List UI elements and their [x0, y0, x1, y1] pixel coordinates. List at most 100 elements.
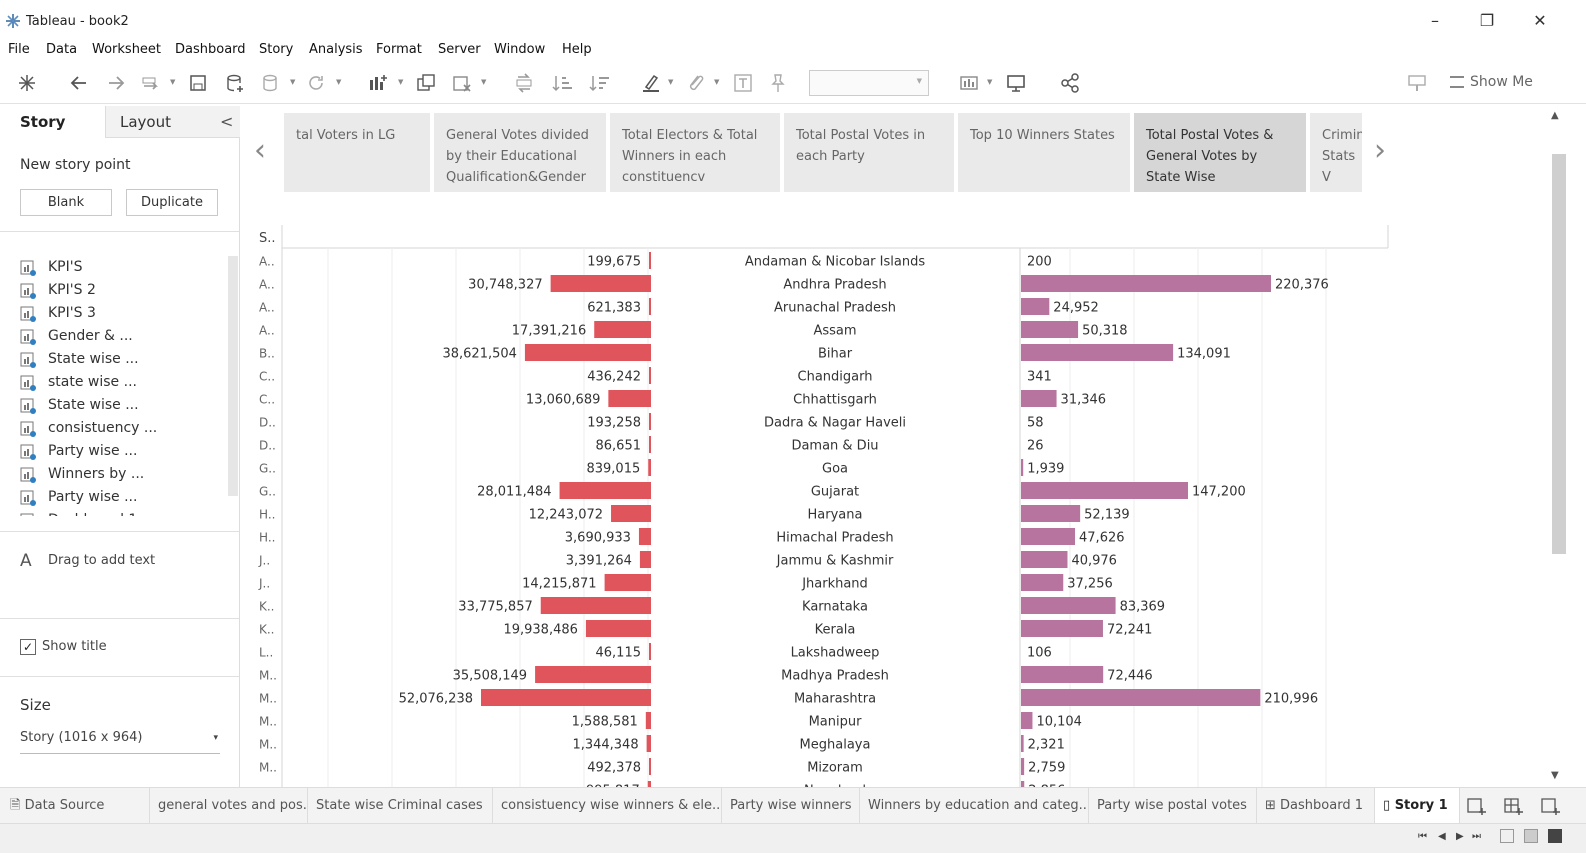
- minimize-button[interactable]: –: [1420, 8, 1450, 34]
- size-select[interactable]: Story (1016 x 964) ▾: [20, 730, 220, 754]
- clear-icon[interactable]: [451, 72, 473, 94]
- menu-format[interactable]: Format: [376, 42, 422, 57]
- story-point-tile[interactable]: Crimin Stats V: [1310, 113, 1362, 192]
- tab-sheet[interactable]: Winners by education and categ...: [860, 788, 1089, 824]
- duplicate-button[interactable]: Duplicate: [126, 189, 218, 216]
- duplicate-icon[interactable]: [415, 72, 437, 94]
- sheet-list-item[interactable]: KPI'S 3: [20, 302, 220, 325]
- group-dropdown-icon[interactable]: ▼: [714, 78, 719, 86]
- close-button[interactable]: ✕: [1525, 8, 1555, 34]
- show-title-checkbox[interactable]: ✓: [20, 639, 36, 655]
- redo-icon[interactable]: [140, 72, 162, 94]
- blank-button[interactable]: Blank: [20, 189, 112, 216]
- sheet-list-item[interactable]: State wise ...: [20, 394, 220, 417]
- save-icon[interactable]: [187, 72, 209, 94]
- sort-descending-icon[interactable]: [588, 72, 610, 94]
- clear-dropdown-icon[interactable]: ▼: [481, 78, 486, 86]
- tab-story-active[interactable]: ▯ Story 1: [1375, 788, 1460, 824]
- next-sheet-icon[interactable]: ▶: [1456, 831, 1464, 842]
- tab-story[interactable]: Story: [0, 106, 105, 138]
- menu-server[interactable]: Server: [438, 42, 481, 57]
- sheet-list-item[interactable]: Party wise ...: [20, 440, 220, 463]
- sheet-list-item[interactable]: KPI'S 2: [20, 279, 220, 302]
- menu-dashboard[interactable]: Dashboard: [175, 42, 246, 57]
- label-icon[interactable]: [732, 72, 754, 94]
- new-data-source-icon[interactable]: [224, 72, 246, 94]
- show-me-button[interactable]: Show Me: [1450, 74, 1533, 90]
- first-sheet-icon[interactable]: ⏮: [1418, 831, 1427, 842]
- tab-data-source[interactable]: 🗎 Data Source: [0, 788, 150, 824]
- row-abbrev-label: M..: [259, 715, 277, 729]
- pause-icon[interactable]: [260, 72, 282, 94]
- scroll-up-icon[interactable]: ▲: [1551, 110, 1559, 121]
- forward-icon[interactable]: [105, 72, 127, 94]
- scroll-down-icon[interactable]: ▼: [1551, 770, 1559, 781]
- sheet-list-item[interactable]: Winners by ...: [20, 463, 220, 486]
- story-point-tile[interactable]: General Votes divided by their Education…: [434, 113, 606, 192]
- pause-dropdown-icon[interactable]: ▼: [290, 78, 295, 86]
- tooltip-icon[interactable]: [1406, 72, 1428, 94]
- tabs-view-icon[interactable]: [1548, 829, 1562, 843]
- tableau-logo-icon[interactable]: [16, 72, 38, 94]
- new-worksheet-icon[interactable]: [367, 72, 389, 94]
- grid-view-icon[interactable]: [1500, 829, 1514, 843]
- group-icon[interactable]: [684, 72, 706, 94]
- sort-ascending-icon[interactable]: [551, 72, 573, 94]
- presentation-icon[interactable]: [1005, 72, 1027, 94]
- sheet-list-item[interactable]: KPI'S: [20, 256, 220, 279]
- refresh-dropdown-icon[interactable]: ▼: [336, 78, 341, 86]
- menu-bar: File Data Worksheet Dashboard Story Anal…: [0, 40, 1586, 62]
- text-object-icon[interactable]: A: [20, 551, 32, 571]
- tab-sheet[interactable]: Party wise postal votes: [1089, 788, 1257, 824]
- scrollbar-thumb[interactable]: [1552, 154, 1566, 554]
- tab-sheet[interactable]: consistuency wise winners & ele...: [493, 788, 722, 824]
- sheet-list-item[interactable]: Dashboard 1: [20, 509, 220, 516]
- menu-window[interactable]: Window: [494, 42, 545, 57]
- fit-icon[interactable]: [958, 72, 980, 94]
- highlight-dropdown-icon[interactable]: ▼: [668, 78, 673, 86]
- story-point-tile[interactable]: tal Voters in LG: [284, 113, 430, 192]
- highlight-icon[interactable]: [640, 72, 662, 94]
- share-icon[interactable]: [1059, 72, 1081, 94]
- next-story-point-icon[interactable]: ›: [1374, 133, 1386, 168]
- sheet-list-item[interactable]: Gender & ...: [20, 325, 220, 348]
- menu-file[interactable]: File: [8, 42, 30, 57]
- fit-select[interactable]: ▼: [809, 70, 929, 96]
- menu-help[interactable]: Help: [562, 42, 592, 57]
- sheet-list-item[interactable]: consistuency ...: [20, 417, 220, 440]
- sheet-list-item[interactable]: State wise ...: [20, 348, 220, 371]
- vertical-scrollbar[interactable]: ▲ ▼: [1548, 106, 1566, 787]
- redo-dropdown-icon[interactable]: ▼: [170, 78, 175, 86]
- sheet-list-scrollbar[interactable]: [228, 256, 238, 496]
- pin-icon[interactable]: [767, 72, 789, 94]
- swap-icon[interactable]: [513, 72, 535, 94]
- collapse-panel-icon[interactable]: <: [220, 112, 233, 131]
- sheet-list-item[interactable]: Party wise ...: [20, 486, 220, 509]
- menu-data[interactable]: Data: [46, 42, 77, 57]
- last-sheet-icon[interactable]: ⏭: [1472, 831, 1481, 842]
- sheet-list-item[interactable]: state wise ...: [20, 371, 220, 394]
- fit-dropdown-icon[interactable]: ▼: [987, 78, 992, 86]
- story-point-tile[interactable]: Total Electors & Total Winners in each c…: [610, 113, 780, 192]
- new-dashboard-icon[interactable]: [1502, 795, 1524, 817]
- drag-to-add-text[interactable]: Drag to add text: [48, 553, 155, 568]
- new-worksheet-icon[interactable]: [1465, 795, 1487, 817]
- tab-sheet[interactable]: State wise Criminal cases: [308, 788, 493, 824]
- tab-dashboard[interactable]: ⊞ Dashboard 1: [1257, 788, 1375, 824]
- refresh-icon[interactable]: [305, 72, 327, 94]
- previous-sheet-icon[interactable]: ◀: [1438, 831, 1446, 842]
- filmstrip-view-icon[interactable]: [1524, 829, 1538, 843]
- back-icon[interactable]: [68, 72, 90, 94]
- menu-story[interactable]: Story: [259, 42, 293, 57]
- restore-button[interactable]: ❐: [1472, 8, 1502, 34]
- tab-sheet[interactable]: general votes and pos...: [150, 788, 308, 824]
- story-point-tile[interactable]: Total Postal Votes in each Party: [784, 113, 954, 192]
- menu-analysis[interactable]: Analysis: [309, 42, 363, 57]
- tab-sheet[interactable]: Party wise winners: [722, 788, 860, 824]
- previous-story-point-icon[interactable]: ‹: [254, 133, 266, 168]
- menu-worksheet[interactable]: Worksheet: [92, 42, 161, 57]
- story-point-tile[interactable]: Top 10 Winners States: [958, 113, 1130, 192]
- story-point-tile-active[interactable]: Total Postal Votes & General Votes by St…: [1134, 113, 1306, 192]
- new-worksheet-dropdown-icon[interactable]: ▼: [398, 78, 403, 86]
- new-story-icon[interactable]: [1539, 795, 1561, 817]
